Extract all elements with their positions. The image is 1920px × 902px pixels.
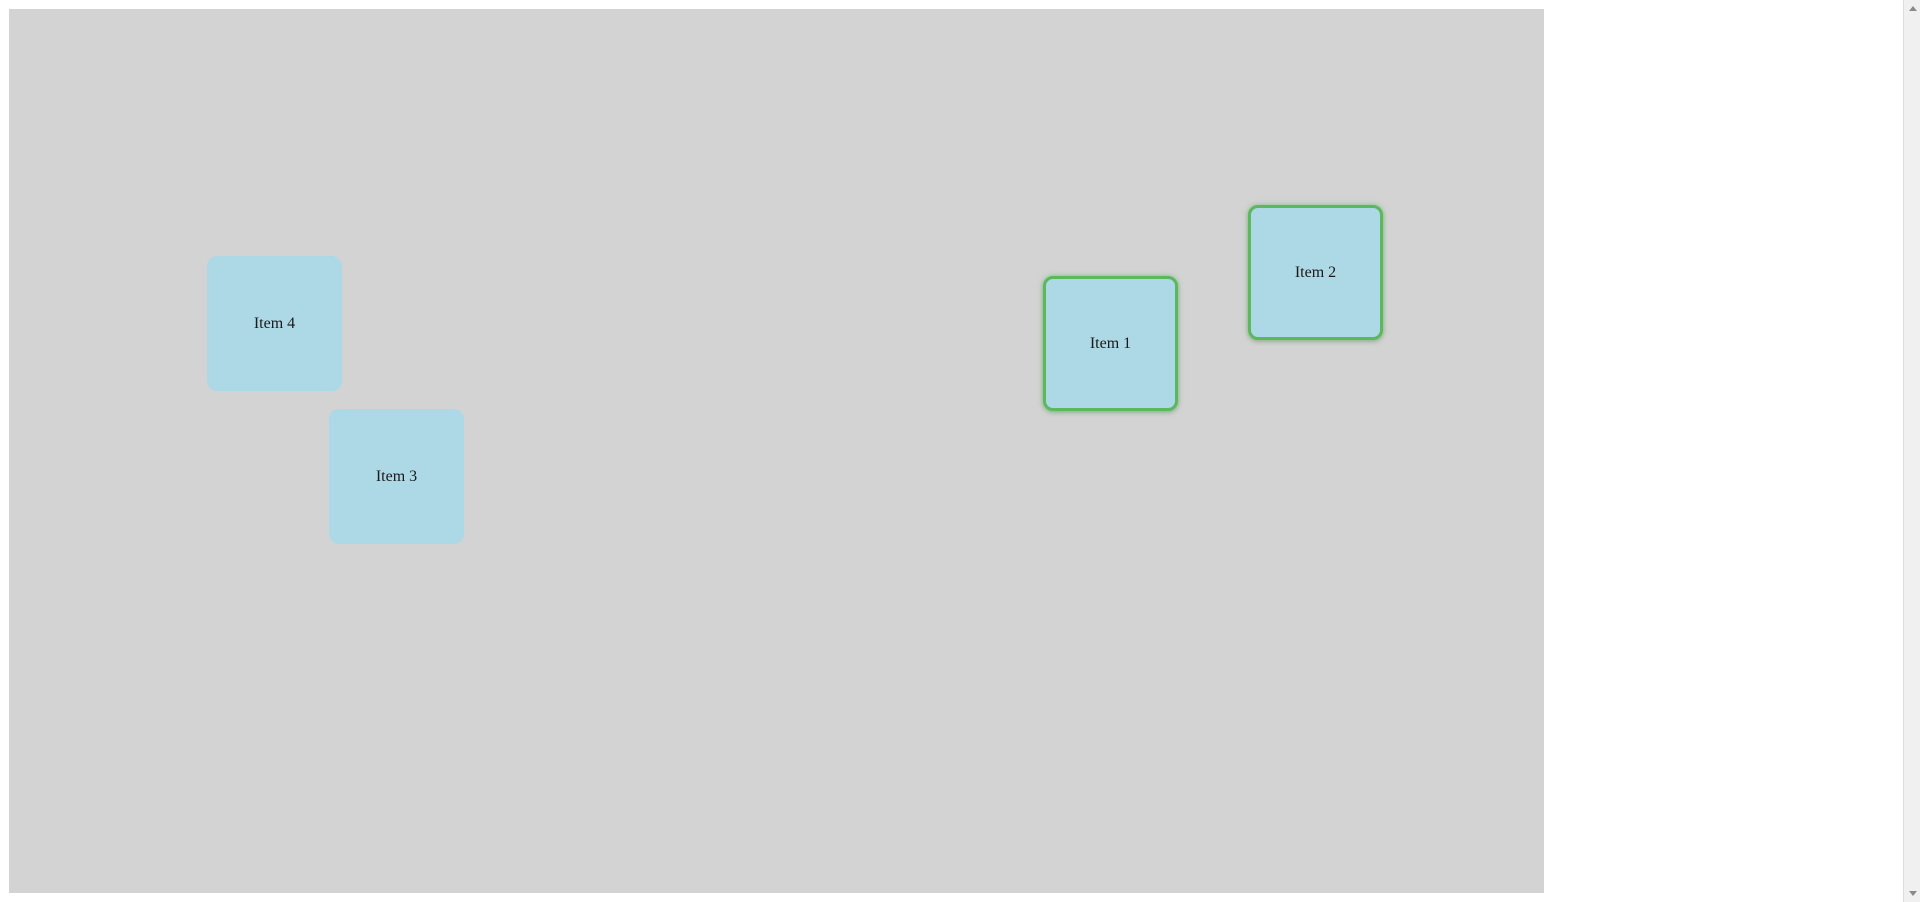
vertical-scrollbar[interactable]: [1903, 0, 1920, 902]
item-label: Item 1: [1090, 335, 1131, 353]
draggable-item-2[interactable]: Item 2: [1248, 205, 1383, 340]
scrollbar-up-button[interactable]: [1904, 0, 1920, 17]
canvas-area[interactable]: Item 1 Item 2 Item 3 Item 4: [9, 9, 1544, 893]
item-label: Item 3: [376, 468, 417, 486]
draggable-item-4[interactable]: Item 4: [207, 256, 342, 391]
chevron-up-icon: [1909, 6, 1917, 11]
draggable-item-3[interactable]: Item 3: [329, 409, 464, 544]
draggable-item-1[interactable]: Item 1: [1043, 276, 1178, 411]
app-frame: Item 1 Item 2 Item 3 Item 4: [0, 0, 1553, 902]
item-label: Item 4: [254, 315, 295, 333]
item-label: Item 2: [1295, 264, 1336, 282]
scrollbar-down-button[interactable]: [1904, 885, 1920, 902]
chevron-down-icon: [1909, 891, 1917, 896]
